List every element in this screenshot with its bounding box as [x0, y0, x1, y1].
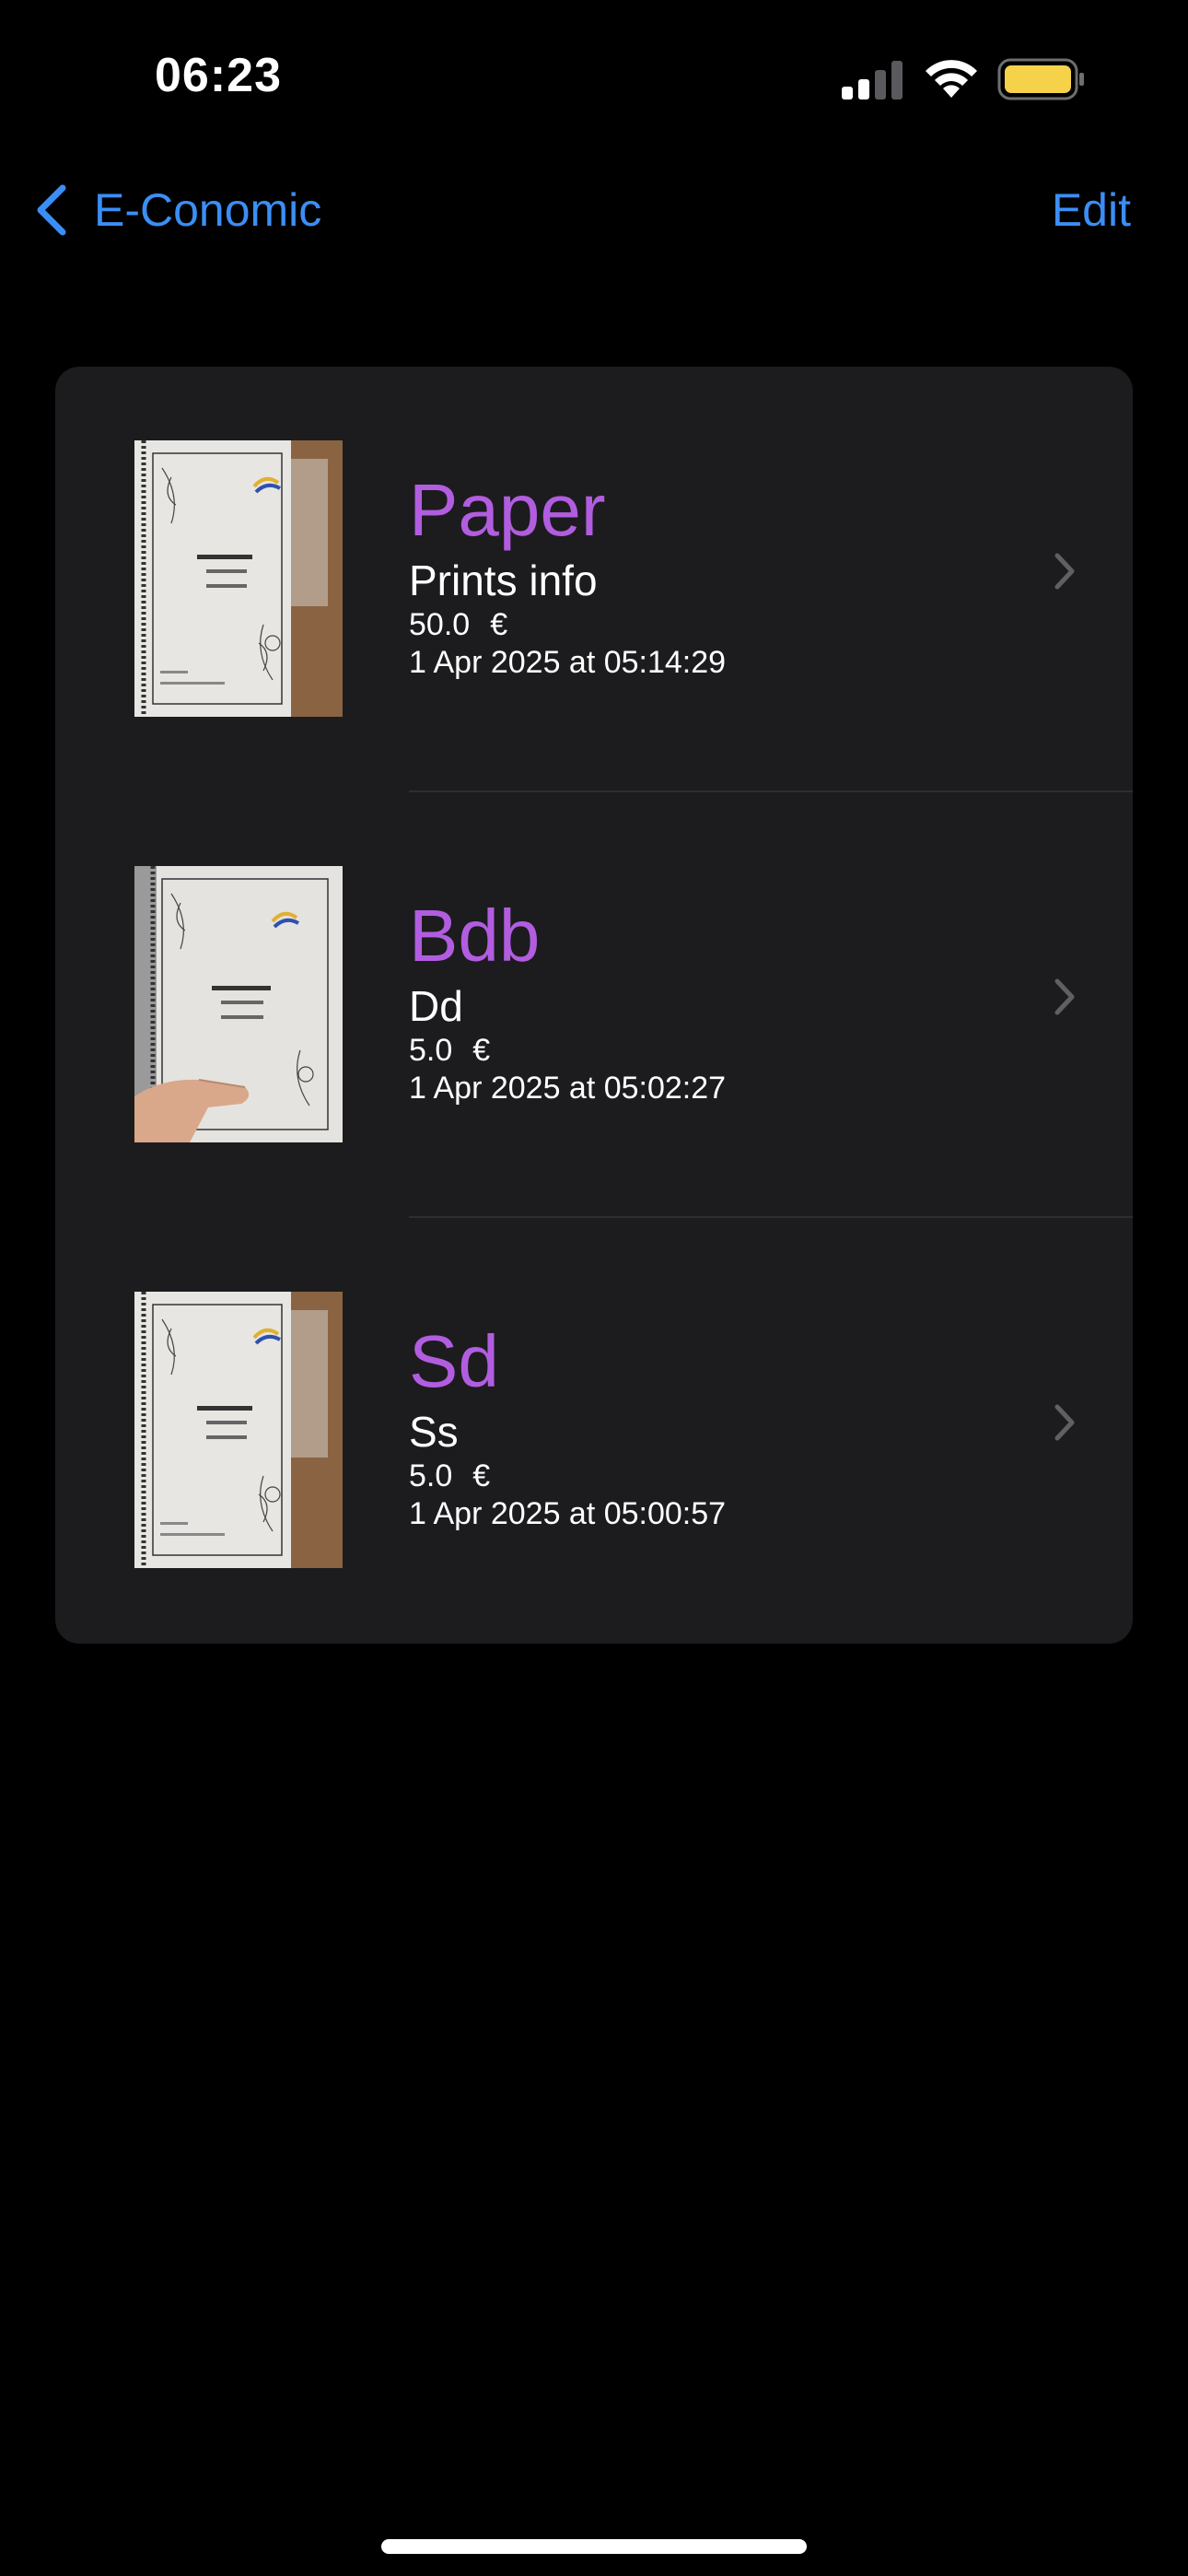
item-date: 1 Apr 2025 at 05:14:29	[409, 645, 727, 680]
item-details: Sd Ss 5.0 € 1 Apr 2025 at 05:00:57	[409, 1319, 961, 1533]
item-price: 5.0 €	[409, 1458, 961, 1494]
edit-button[interactable]: Edit	[1052, 181, 1131, 240]
chevron-left-icon	[37, 184, 66, 236]
chevron-right-icon	[1054, 553, 1075, 590]
item-title: Bdb	[409, 895, 541, 977]
item-subtitle: Ss	[409, 1408, 459, 1456]
item-currency: €	[472, 1033, 491, 1068]
item-currency: €	[490, 607, 508, 642]
wifi-icon	[926, 60, 977, 98]
item-price-value: 50.0	[409, 607, 471, 642]
item-date: 1 Apr 2025 at 05:02:27	[409, 1071, 727, 1106]
item-photo-thumbnail	[134, 440, 343, 717]
item-currency: €	[472, 1458, 491, 1493]
item-title: Paper	[409, 469, 606, 551]
item-photo-thumbnail	[134, 1292, 343, 1568]
status-time: 06:23	[155, 49, 282, 102]
item-price: 50.0 €	[409, 606, 961, 643]
item-subtitle: Prints info	[409, 556, 598, 604]
list-item[interactable]: Paper Prints info 50.0 € 1 Apr 2025 at 05…	[55, 367, 1133, 792]
home-indicator[interactable]	[381, 2539, 807, 2554]
item-price: 5.0 €	[409, 1032, 961, 1069]
battery-icon	[997, 58, 1084, 100]
item-date: 1 Apr 2025 at 05:00:57	[409, 1496, 727, 1531]
item-photo-thumbnail	[134, 866, 343, 1142]
cellular-signal-icon	[842, 61, 903, 100]
list-item[interactable]: Bdb Dd 5.0 € 1 Apr 2025 at 05:02:27	[55, 792, 1133, 1218]
item-price-value: 5.0	[409, 1033, 453, 1068]
list-item[interactable]: Sd Ss 5.0 € 1 Apr 2025 at 05:00:57	[55, 1218, 1133, 1644]
item-title: Sd	[409, 1320, 499, 1402]
back-button-label: E-Conomic	[94, 184, 322, 236]
items-list: Paper Prints info 50.0 € 1 Apr 2025 at 05…	[55, 367, 1133, 1644]
item-price-value: 5.0	[409, 1458, 453, 1493]
chevron-right-icon	[1054, 1404, 1075, 1441]
back-button[interactable]: E-Conomic	[33, 181, 321, 240]
item-details: Bdb Dd 5.0 € 1 Apr 2025 at 05:02:27	[409, 894, 961, 1107]
status-bar: 06:23	[0, 0, 1188, 166]
item-subtitle: Dd	[409, 982, 463, 1030]
chevron-right-icon	[1054, 978, 1075, 1015]
item-details: Paper Prints info 50.0 € 1 Apr 2025 at 05…	[409, 468, 961, 682]
